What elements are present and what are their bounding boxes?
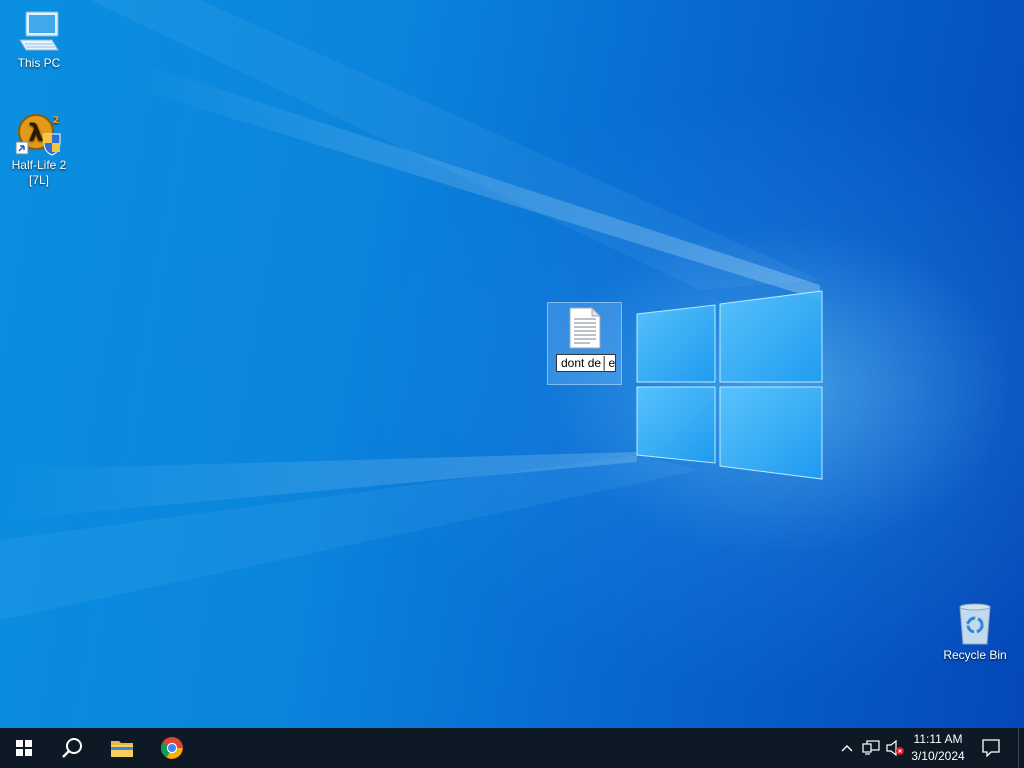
desktop[interactable]: This PC λ 2 Half-Life 2 [7L] dont de│e R… xyxy=(0,0,1024,728)
rename-input[interactable]: dont de│e xyxy=(556,354,616,372)
desktop-icon-label: Half-Life 2 xyxy=(11,158,67,172)
svg-text:2: 2 xyxy=(53,115,60,126)
tray-network[interactable] xyxy=(859,728,883,768)
chrome-icon xyxy=(161,737,183,759)
desktop-icon-label: Recycle Bin xyxy=(943,648,1007,662)
desktop-icon-recycle-bin[interactable]: Recycle Bin xyxy=(937,602,1013,663)
desktop-icon-this-pc[interactable]: This PC xyxy=(1,10,77,71)
show-desktop-button[interactable] xyxy=(1018,728,1024,768)
taskbar: 11:11 AM 3/10/2024 xyxy=(0,728,1024,768)
network-icon xyxy=(862,740,880,755)
chevron-up-icon xyxy=(841,745,853,752)
clock-date: 3/10/2024 xyxy=(911,749,965,763)
desktop-icon-half-life-2[interactable]: λ 2 Half-Life 2 [7L] xyxy=(1,112,77,188)
recycle-bin-icon xyxy=(959,603,991,645)
desktop-icon-label: This PC xyxy=(17,56,61,70)
search-icon xyxy=(62,738,82,758)
half-life-2-icon: λ 2 xyxy=(15,114,61,156)
tray-show-hidden-icons[interactable] xyxy=(836,728,858,768)
file-explorer-icon xyxy=(111,741,133,757)
clock-time: 11:11 AM xyxy=(913,732,963,746)
search-button[interactable] xyxy=(48,728,96,768)
windows-logo-wallpaper xyxy=(636,290,823,480)
notification-icon xyxy=(982,739,1000,757)
action-center-button[interactable] xyxy=(970,728,1012,768)
start-button[interactable] xyxy=(0,728,48,768)
taskbar-app-chrome[interactable] xyxy=(148,728,196,768)
taskbar-clock[interactable]: 11:11 AM 3/10/2024 xyxy=(905,731,971,765)
tray-volume[interactable] xyxy=(883,728,907,768)
svg-text:λ: λ xyxy=(28,119,43,147)
windows-logo-icon xyxy=(16,740,32,756)
desktop-icon-text-document[interactable]: dont de│e xyxy=(547,302,622,385)
text-document-icon xyxy=(569,307,601,349)
computer-icon xyxy=(19,11,59,51)
taskbar-app-file-explorer[interactable] xyxy=(98,728,146,768)
desktop-icon-label-line2: [7L] xyxy=(28,173,49,187)
wallpaper xyxy=(0,0,823,620)
volume-muted-icon xyxy=(886,740,904,756)
